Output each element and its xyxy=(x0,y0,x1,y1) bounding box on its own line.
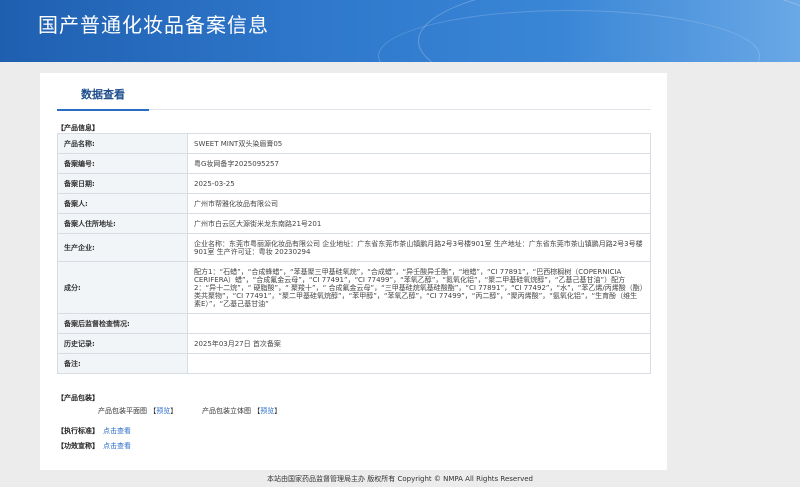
table-row: 备案日期: 2025-03-25 xyxy=(57,173,651,194)
packaging-flat-label: 产品包装平面图 xyxy=(98,407,147,415)
site-header: 国产普通化妆品备案信息 xyxy=(0,0,800,62)
row-value xyxy=(187,313,651,334)
row-value: 2025年03月27日 首次备案 xyxy=(187,333,651,354)
table-row: 成分: 配方1：“石蜡”，“合成蜂蜡”，“苯基聚三甲基硅氧烷”，“合成蜡”，“异… xyxy=(57,261,651,314)
row-value: 广州市帮雅化妆品有限公司 xyxy=(187,193,651,214)
table-row: 备注: xyxy=(57,353,651,374)
row-label: 历史记录: xyxy=(57,333,188,354)
row-value: 2025-03-25 xyxy=(187,173,651,194)
tab-bar: 数据查看 xyxy=(57,81,651,111)
row-value: 配方1：“石蜡”，“合成蜂蜡”，“苯基聚三甲基硅氧烷”，“合成蜡”，“异壬酸异壬… xyxy=(187,261,651,314)
table-row: 备案编号: 粤G妆网备字2025095257 xyxy=(57,153,651,174)
section-efficacy: 【功效宣称】 xyxy=(57,442,99,450)
page-title: 国产普通化妆品备案信息 xyxy=(38,13,269,37)
row-value xyxy=(187,353,651,374)
table-row: 历史记录: 2025年03月27日 首次备案 xyxy=(57,333,651,354)
content-panel: 数据查看 【产品信息】 产品名称: SWEET MINT双头染眉膏05 备案编号… xyxy=(40,73,667,470)
row-value: SWEET MINT双头染眉膏05 xyxy=(187,133,651,154)
flat-preview-link[interactable]: 预览 xyxy=(156,407,170,415)
efficacy-view-link[interactable]: 点击查看 xyxy=(103,441,131,451)
row-label: 备案人住所地址: xyxy=(57,213,188,234)
row-value: 企业名称：东莞市粤丽源化妆品有限公司 企业地址：广东省东莞市茶山镇鹏月路2号3号… xyxy=(187,233,651,262)
table-row: 生产企业: 企业名称：东莞市粤丽源化妆品有限公司 企业地址：广东省东莞市茶山镇鹏… xyxy=(57,233,651,262)
table-row: 备案后监督检查情况: xyxy=(57,313,651,334)
row-label: 生产企业: xyxy=(57,233,188,262)
tab-data-view[interactable]: 数据查看 xyxy=(57,81,149,111)
section-packaging: 【产品包装】 xyxy=(57,394,99,402)
row-label: 备案编号: xyxy=(57,153,188,174)
product-info-table: 产品名称: SWEET MINT双头染眉膏05 备案编号: 粤G妆网备字2025… xyxy=(57,133,651,374)
table-row: 产品名称: SWEET MINT双头染眉膏05 xyxy=(57,133,651,154)
section-standard: 【执行标准】 xyxy=(57,427,99,435)
row-label: 成分: xyxy=(57,261,188,314)
table-row: 备案人: 广州市帮雅化妆品有限公司 xyxy=(57,193,651,214)
section-product-info: 【产品信息】 xyxy=(57,124,99,132)
packaging-flat-row: 产品包装平面图 【预览】 xyxy=(98,406,177,416)
packaging-solid-label: 产品包装立体图 xyxy=(202,407,251,415)
bracket: 】 xyxy=(170,407,178,415)
row-value: 广州市白云区大源街米龙东南路21号201 xyxy=(187,213,651,234)
row-label: 产品名称: xyxy=(57,133,188,154)
row-label: 备案后监督检查情况: xyxy=(57,313,188,334)
site-footer: 本站由国家药品监督管理局主办 版权所有 Copyright © NMPA All… xyxy=(267,475,533,483)
packaging-solid-row: 产品包装立体图 【预览】 xyxy=(202,406,281,416)
standard-view-link[interactable]: 点击查看 xyxy=(103,426,131,436)
solid-preview-link[interactable]: 预览 xyxy=(260,407,274,415)
row-value: 粤G妆网备字2025095257 xyxy=(187,153,651,174)
row-label: 备案人: xyxy=(57,193,188,214)
table-row: 备案人住所地址: 广州市白云区大源街米龙东南路21号201 xyxy=(57,213,651,234)
row-label: 备案日期: xyxy=(57,173,188,194)
bracket: 】 xyxy=(274,407,282,415)
row-label: 备注: xyxy=(57,353,188,374)
